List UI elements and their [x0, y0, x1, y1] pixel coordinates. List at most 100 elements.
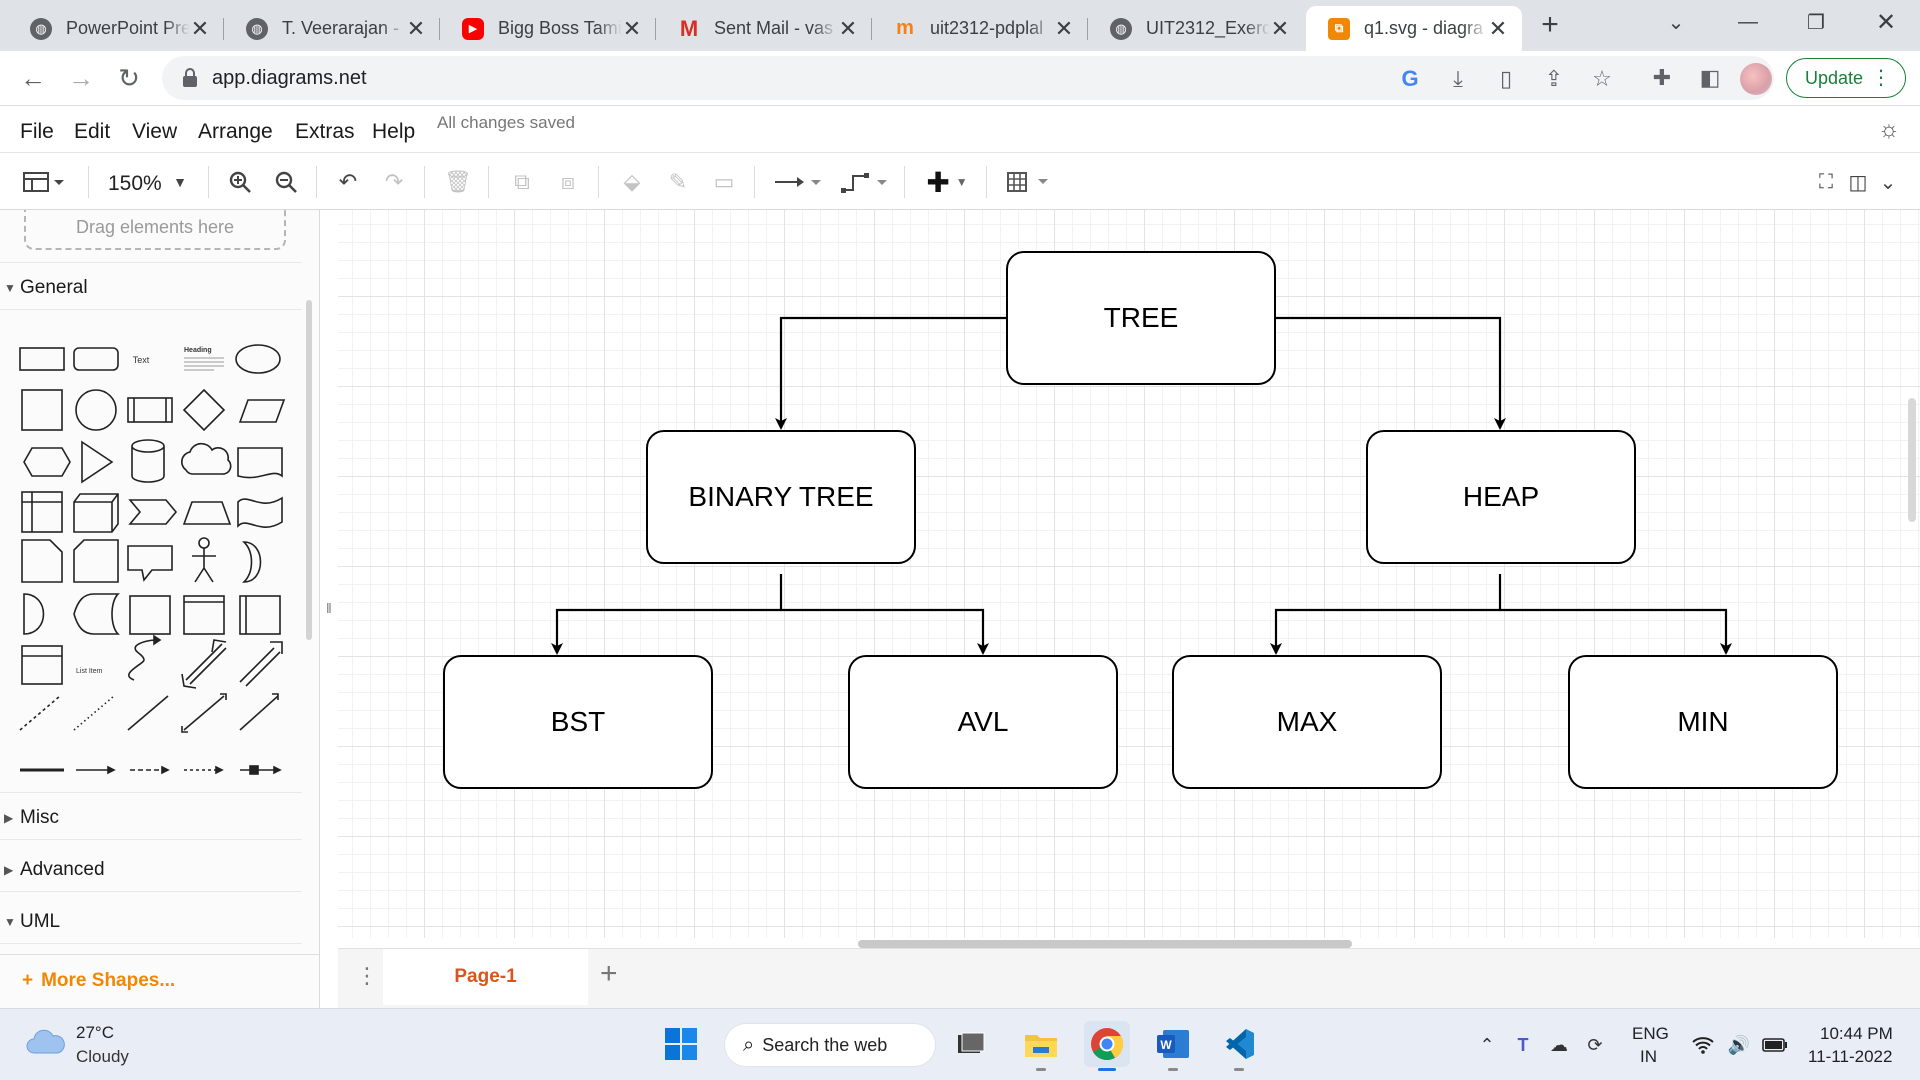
close-tab-icon[interactable]: ✕: [190, 16, 210, 42]
page-tab-active[interactable]: Page-1: [383, 949, 588, 1005]
bookmark-star-icon[interactable]: ☆: [1588, 65, 1616, 93]
onedrive-icon[interactable]: ☁: [1546, 1033, 1572, 1057]
node-binary-tree[interactable]: BINARY TREE: [646, 430, 916, 564]
redo-icon[interactable]: ↷: [378, 167, 410, 197]
weather-temperature[interactable]: 27°C: [76, 1023, 114, 1043]
wifi-icon[interactable]: [1690, 1033, 1716, 1057]
vscode-icon[interactable]: [1216, 1021, 1262, 1071]
tab-search-icon[interactable]: ⌄: [1642, 0, 1710, 44]
clock-date[interactable]: 11-11-2022: [1808, 1047, 1892, 1067]
pages-menu-icon[interactable]: ⋮: [356, 963, 378, 989]
node-avl[interactable]: AVL: [848, 655, 1118, 789]
delete-icon[interactable]: 🗑: [442, 167, 474, 197]
shadow-icon[interactable]: ▭: [708, 167, 740, 197]
profile-avatar[interactable]: [1740, 63, 1772, 95]
close-tab-icon[interactable]: ✕: [1054, 16, 1074, 42]
edge-tree-heap[interactable]: [1276, 316, 1506, 430]
close-tab-icon[interactable]: ✕: [622, 16, 642, 42]
browser-tab[interactable]: ▶ Bigg Boss Tami ✕: [440, 6, 656, 51]
browser-tab[interactable]: ◍ PowerPoint Pre ✕: [8, 6, 224, 51]
share-icon[interactable]: ⇪: [1540, 65, 1568, 93]
url-text[interactable]: app.diagrams.net: [212, 67, 367, 90]
clock-time[interactable]: 10:44 PM: [1820, 1024, 1893, 1044]
node-heap[interactable]: HEAP: [1366, 430, 1636, 564]
chrome-icon[interactable]: [1084, 1021, 1130, 1071]
section-advanced[interactable]: ▶ Advanced: [0, 848, 302, 892]
address-bar[interactable]: app.diagrams.net G ⤓ ▯ ⇪ ☆: [162, 56, 1774, 100]
task-view-icon[interactable]: [948, 1021, 994, 1067]
general-shapes-palette[interactable]: Text Heading List Item: [14, 330, 294, 790]
browser-tab[interactable]: M Sent Mail - vas ✕: [656, 6, 872, 51]
edge-tree-binarytree[interactable]: [775, 316, 1006, 430]
add-page-button[interactable]: +: [600, 957, 618, 991]
show-hidden-icons[interactable]: ⌃: [1474, 1033, 1500, 1057]
line-color-icon[interactable]: ✎: [662, 167, 694, 197]
side-panel-icon[interactable]: ◧: [1696, 64, 1724, 92]
close-window-button[interactable]: ✕: [1852, 0, 1920, 44]
canvas-horizontal-scrollbar[interactable]: [858, 940, 1352, 948]
edge-heap-min[interactable]: [1500, 608, 1732, 655]
lock-icon[interactable]: [182, 68, 198, 93]
to-front-icon[interactable]: ⧉: [506, 167, 538, 197]
menu-edit[interactable]: Edit: [74, 120, 110, 144]
fill-color-icon[interactable]: ⬙: [616, 167, 648, 197]
zoom-dropdown-icon[interactable]: ▼: [170, 167, 190, 197]
scratchpad-dropzone[interactable]: Drag elements here: [24, 210, 286, 250]
browser-tab-active[interactable]: ⧉ q1.svg - diagra ✕: [1306, 6, 1522, 51]
splitter-gutter[interactable]: [320, 210, 338, 938]
battery-icon[interactable]: [1762, 1033, 1788, 1057]
to-back-icon[interactable]: ⧈: [552, 167, 584, 197]
word-icon[interactable]: W: [1150, 1021, 1196, 1071]
menu-view[interactable]: View: [132, 120, 177, 144]
minimize-button[interactable]: —: [1714, 0, 1782, 44]
edge-heap-max[interactable]: [1270, 574, 1502, 655]
install-app-icon[interactable]: ⤓: [1444, 65, 1472, 93]
connection-style-icon[interactable]: [772, 167, 822, 197]
close-tab-icon[interactable]: ✕: [406, 16, 426, 42]
table-icon[interactable]: [1004, 167, 1054, 197]
volume-icon[interactable]: 🔊: [1726, 1033, 1752, 1057]
menu-file[interactable]: File: [20, 120, 54, 144]
canvas-vertical-scrollbar[interactable]: [1908, 398, 1916, 522]
google-lens-icon[interactable]: G: [1396, 65, 1424, 93]
restore-button[interactable]: ❐: [1782, 0, 1850, 44]
weather-condition[interactable]: Cloudy: [76, 1047, 129, 1067]
node-min[interactable]: MIN: [1568, 655, 1838, 789]
undo-icon[interactable]: ↶: [332, 167, 364, 197]
format-panel-toggle[interactable]: [18, 167, 70, 197]
taskbar-search[interactable]: ⌕ Search the web: [724, 1023, 936, 1067]
region-indicator[interactable]: IN: [1640, 1047, 1657, 1067]
menu-extras[interactable]: Extras: [295, 120, 355, 144]
zoom-in-icon[interactable]: [224, 167, 256, 197]
node-max[interactable]: MAX: [1172, 655, 1442, 789]
browser-tab[interactable]: ◍ UIT2312_Exerci ✕: [1088, 6, 1304, 51]
browser-tab[interactable]: ◍ T. Veerarajan - ✕: [224, 6, 440, 51]
sync-icon[interactable]: ⟳: [1582, 1033, 1608, 1057]
theme-icon[interactable]: ☼: [1878, 116, 1900, 144]
cloud-icon[interactable]: [26, 1029, 66, 1060]
kebab-menu-icon[interactable]: ⋮: [1871, 65, 1891, 90]
collapse-toolbar-icon[interactable]: ⌄: [1874, 167, 1902, 197]
menu-help[interactable]: Help: [372, 120, 415, 144]
edge-binarytree-bst[interactable]: [551, 574, 783, 655]
windows-start-icon[interactable]: [658, 1021, 704, 1067]
section-misc[interactable]: ▶ Misc: [0, 796, 302, 840]
node-bst[interactable]: BST: [443, 655, 713, 789]
node-tree[interactable]: TREE: [1006, 251, 1276, 385]
reload-button[interactable]: ↻: [110, 59, 148, 97]
insert-icon[interactable]: ✚ ▼: [922, 167, 972, 198]
splitter-handle-icon[interactable]: ‖: [326, 600, 332, 616]
waypoints-icon[interactable]: [838, 167, 888, 197]
extensions-icon[interactable]: ✚: [1648, 64, 1676, 92]
save-page-icon[interactable]: ▯: [1492, 65, 1520, 93]
fullscreen-icon[interactable]: ⛶: [1812, 167, 1840, 197]
section-general[interactable]: ▼ General: [0, 266, 302, 310]
forward-button[interactable]: →: [62, 59, 100, 97]
update-button[interactable]: Update ⋮: [1786, 58, 1906, 98]
section-uml[interactable]: ▼ UML: [0, 900, 302, 944]
back-button[interactable]: ←: [14, 59, 52, 97]
browser-tab[interactable]: m uit2312-pdplal ✕: [872, 6, 1088, 51]
more-shapes-button[interactable]: + More Shapes...: [22, 970, 175, 992]
zoom-out-icon[interactable]: [270, 167, 302, 197]
file-explorer-icon[interactable]: [1018, 1021, 1064, 1071]
